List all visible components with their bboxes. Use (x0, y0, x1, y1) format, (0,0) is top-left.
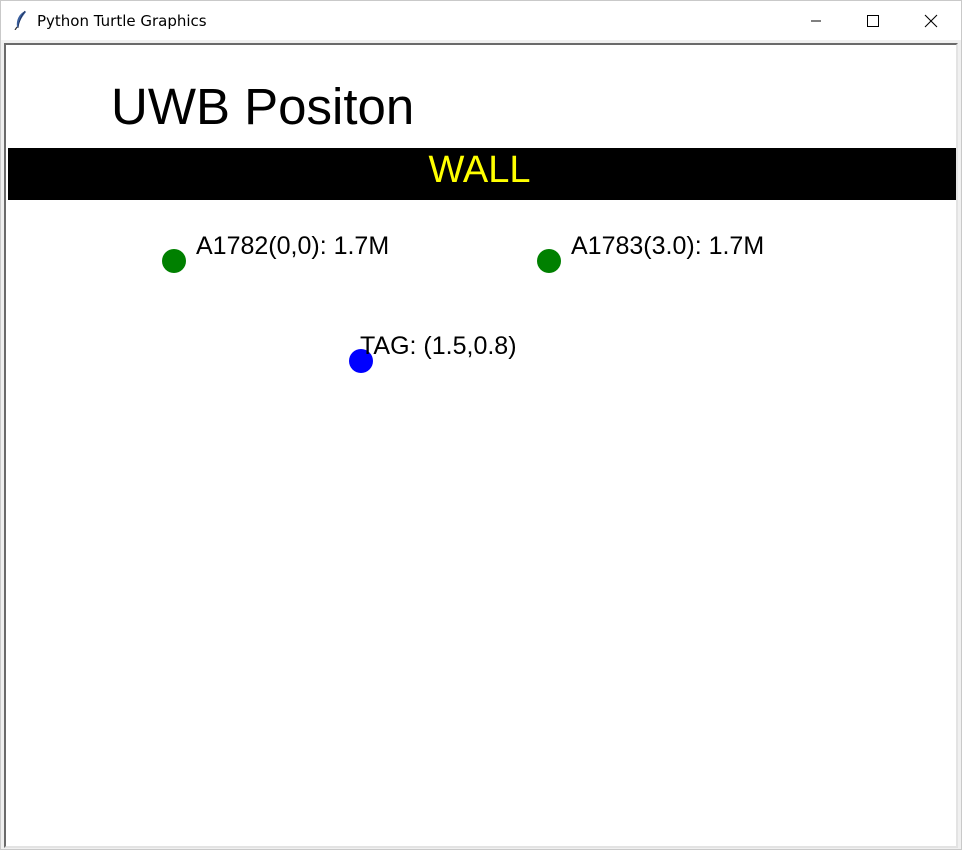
turtle-window: Python Turtle Graphics UWB Positon WALL (0, 0, 962, 850)
wall-bar: WALL (8, 148, 956, 200)
close-icon (924, 14, 938, 27)
minimize-button[interactable] (787, 1, 845, 40)
anchor-a1783-label: A1783(3.0): 1.7M (571, 232, 765, 260)
canvas-frame: UWB Positon WALL A1782(0,0): 1.7M A1783(… (4, 43, 958, 848)
minimize-icon (811, 20, 821, 21)
page-title: UWB Positon (111, 78, 415, 135)
maximize-button[interactable] (844, 1, 902, 40)
anchor-a1782-dot (162, 249, 186, 273)
turtle-canvas[interactable]: UWB Positon WALL A1782(0,0): 1.7M A1783(… (8, 47, 956, 846)
title-bar[interactable]: Python Turtle Graphics (1, 1, 961, 40)
maximize-icon (867, 14, 879, 27)
anchor-a1782-label: A1782(0,0): 1.7M (196, 232, 390, 260)
anchor-a1783-dot (537, 249, 561, 273)
close-button[interactable] (902, 1, 960, 40)
wall-label: WALL (428, 149, 531, 191)
window-title: Python Turtle Graphics (37, 12, 207, 30)
tag-label: TAG: (1.5,0.8) (360, 332, 517, 360)
feather-icon (14, 10, 26, 30)
